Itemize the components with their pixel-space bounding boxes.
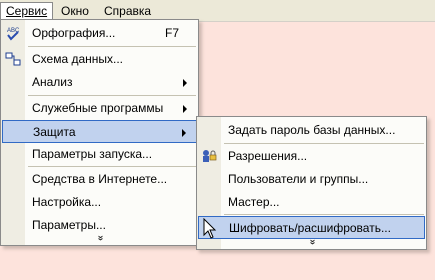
menu-item-internet-tools[interactable]: Средства в Интернете...	[2, 168, 197, 191]
menu-item-utilities[interactable]: Служебные программы	[2, 97, 197, 120]
expand-chevron-icon[interactable]: »	[197, 237, 426, 249]
expand-label: »	[94, 235, 106, 241]
submenu-arrow-icon	[182, 129, 186, 137]
permissions-icon	[203, 150, 217, 162]
menu-window-label: Окно	[61, 4, 89, 18]
service-menu: ABC Орфография... F7 Схема данных... Ана…	[0, 19, 199, 246]
spellcheck-icon: ABC	[7, 28, 20, 41]
separator	[28, 95, 196, 96]
menu-item-customize[interactable]: Настройка...	[2, 191, 197, 214]
menu-item-spelling[interactable]: ABC Орфография... F7	[2, 22, 197, 45]
expand-label: »	[306, 239, 318, 245]
submenu-arrow-icon	[183, 79, 187, 87]
shortcut-label: F7	[164, 26, 179, 40]
menu-item-label: Орфография...	[32, 26, 116, 40]
mouse-cursor-icon	[203, 218, 217, 239]
menu-item-analysis[interactable]: Анализ	[2, 71, 197, 94]
menu-window[interactable]: Окно	[55, 2, 95, 20]
relationships-icon	[5, 52, 21, 66]
separator	[28, 46, 196, 47]
menu-item-users-groups[interactable]: Пользователи и группы...	[198, 168, 425, 191]
menu-item-permissions[interactable]: Разрешения...	[198, 145, 425, 168]
security-submenu: Задать пароль базы данных... Разрешения.…	[196, 116, 427, 250]
menu-service-label: Сервис	[6, 4, 48, 18]
expand-chevron-icon[interactable]: »	[1, 233, 198, 245]
separator	[224, 143, 424, 144]
menu-help-label: Справка	[104, 4, 152, 18]
separator	[224, 214, 424, 215]
menu-item-set-password[interactable]: Задать пароль базы данных...	[198, 119, 425, 142]
menu-item-label: Задать пароль базы данных...	[228, 123, 396, 137]
menu-help[interactable]: Справка	[98, 2, 157, 20]
menu-item-security[interactable]: Защита	[2, 120, 197, 143]
menu-item-label: Схема данных...	[32, 52, 124, 66]
menu-item-label: Параметры запуска...	[32, 147, 153, 161]
menu-item-startup[interactable]: Параметры запуска...	[2, 143, 197, 166]
menu-item-label: Разрешения...	[228, 149, 308, 163]
menu-item-label: Анализ	[32, 75, 73, 89]
menu-item-label: Средства в Интернете...	[32, 172, 168, 186]
menu-item-label: Настройка...	[32, 195, 102, 209]
menu-item-label: Служебные программы	[32, 101, 164, 115]
submenu-arrow-icon	[183, 105, 187, 113]
menu-item-wizard[interactable]: Мастер...	[198, 191, 425, 214]
menu-item-label: Мастер...	[228, 195, 280, 209]
menu-item-relationships[interactable]: Схема данных...	[2, 48, 197, 71]
menu-item-label: Пользователи и группы...	[228, 172, 369, 186]
menu-item-label: Защита	[33, 125, 76, 139]
menu-item-encrypt-decrypt[interactable]: Шифровать/расшифровать...	[198, 216, 425, 239]
separator	[28, 166, 196, 167]
menu-item-label: Шифровать/расшифровать...	[229, 221, 391, 235]
